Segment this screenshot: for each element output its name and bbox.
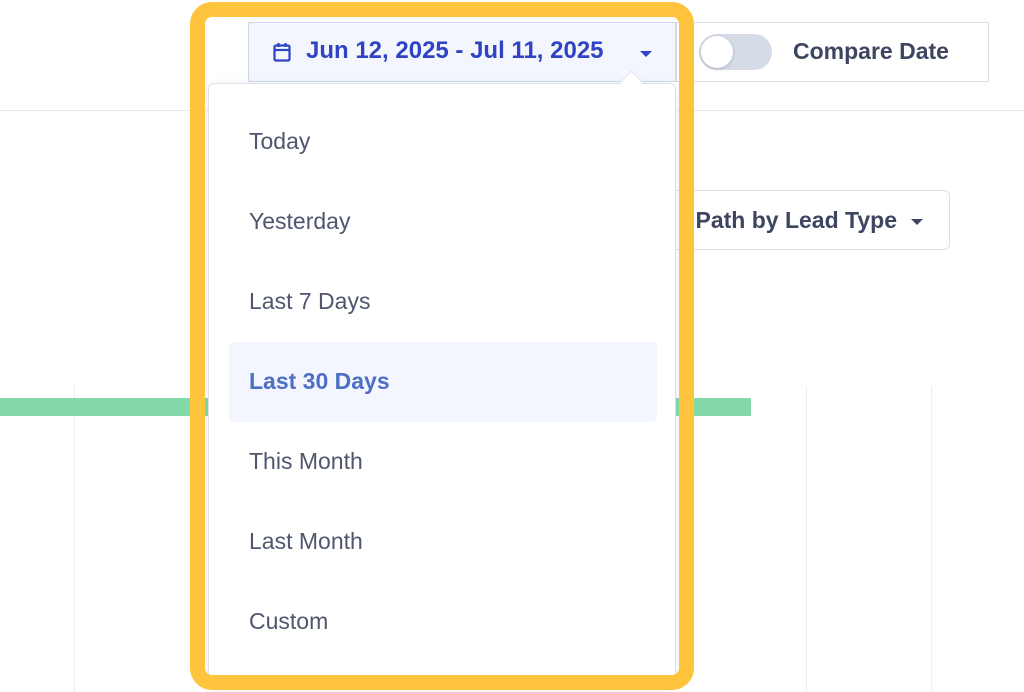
date-range-button[interactable]: Jun 12, 2025 - Jul 11, 2025: [248, 22, 676, 82]
toggle-knob: [701, 36, 733, 68]
menu-item-last-month[interactable]: Last Month: [229, 502, 657, 582]
menu-item-this-month[interactable]: This Month: [229, 422, 657, 502]
menu-item-label: Custom: [249, 608, 329, 634]
menu-item-today[interactable]: Today: [229, 102, 657, 182]
menu-item-last-7-days[interactable]: Last 7 Days: [229, 262, 657, 342]
calendar-icon: [273, 43, 291, 62]
chart-gridline: [931, 386, 932, 692]
lead-type-dropdown-label: Path by Lead Type: [695, 207, 897, 233]
menu-item-yesterday[interactable]: Yesterday: [229, 182, 657, 262]
menu-item-label: Last 30 Days: [249, 368, 390, 394]
menu-item-label: Yesterday: [249, 208, 351, 234]
menu-item-custom[interactable]: Custom: [229, 582, 657, 662]
date-range-menu: Today Yesterday Last 7 Days Last 30 Days…: [208, 83, 676, 683]
chart-gridline: [806, 386, 807, 692]
menu-item-label: Last 7 Days: [249, 288, 371, 314]
compare-date-toggle[interactable]: [699, 34, 772, 70]
menu-item-label: Last Month: [249, 528, 363, 554]
chart-gridline: [74, 386, 75, 692]
caret-down-icon: [911, 219, 923, 225]
menu-item-last-30-days[interactable]: Last 30 Days: [229, 342, 657, 422]
date-range-label: Jun 12, 2025 - Jul 11, 2025: [306, 37, 604, 64]
compare-date-control: Compare Date: [676, 22, 989, 82]
caret-down-icon: [640, 51, 652, 57]
dashboard-view: Path by Lead Type Compare Date Jun 12, 2…: [0, 0, 1024, 692]
menu-item-label: Today: [249, 128, 311, 154]
lead-type-dropdown[interactable]: Path by Lead Type: [640, 190, 950, 250]
compare-date-label: Compare Date: [793, 38, 949, 64]
menu-item-label: This Month: [249, 448, 363, 474]
